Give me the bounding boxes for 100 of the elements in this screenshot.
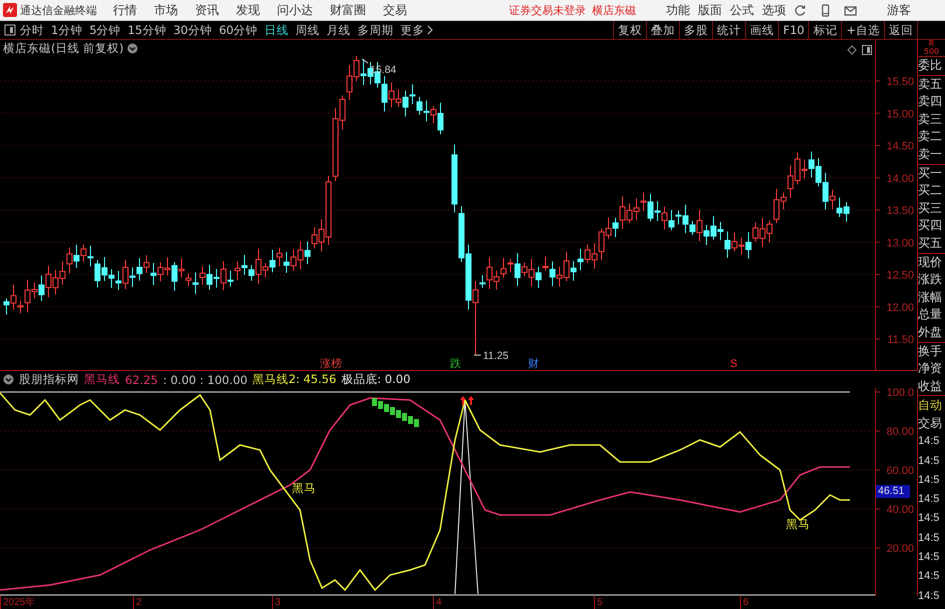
indicator-readout: 极品底: 0.00 bbox=[341, 372, 410, 387]
menu-item[interactable]: 发现 bbox=[236, 2, 260, 18]
period-tab[interactable]: 分时 bbox=[20, 22, 44, 38]
indicator-readout: 黑马线2: 45.56 bbox=[252, 372, 336, 387]
indicator-axis-label: 60.00 bbox=[886, 465, 914, 477]
quote-label: 涨幅 bbox=[918, 288, 943, 306]
period-tab[interactable]: 30分钟 bbox=[173, 22, 212, 38]
indicator-readout: 黑马线 bbox=[84, 372, 120, 387]
price-axis-label: 14.50 bbox=[886, 140, 914, 152]
trade-time: 14:5 bbox=[918, 454, 940, 469]
stock-name: 横店东磁 bbox=[592, 2, 636, 18]
more-button[interactable]: 更多 bbox=[400, 22, 433, 38]
trade-time: 14:5 bbox=[918, 511, 940, 526]
date-axis-label: 5 bbox=[594, 596, 603, 609]
tool-button[interactable]: 复权 bbox=[613, 20, 646, 40]
signal-label: 黑马 bbox=[786, 519, 810, 531]
chart-title: 横店东磁(日线 前复权) bbox=[3, 41, 124, 56]
quote-label: 换手 bbox=[918, 342, 945, 360]
tool-button[interactable]: F10 bbox=[778, 20, 808, 40]
menu-item[interactable]: 问小达 bbox=[277, 2, 313, 18]
period-tab[interactable]: 月线 bbox=[326, 22, 351, 38]
app-title: 通达信金融终端 bbox=[20, 2, 97, 18]
quote-label: 净资 bbox=[918, 360, 943, 378]
event-marker[interactable]: S bbox=[730, 358, 738, 370]
login-status[interactable]: 证券交易未登录 bbox=[509, 2, 586, 18]
indicator-axis-label: 40.00 bbox=[886, 504, 914, 516]
period-tab[interactable]: 60分钟 bbox=[218, 22, 258, 38]
tool-button[interactable]: 标记 bbox=[808, 20, 842, 40]
quote-label: 卖三 bbox=[918, 110, 943, 128]
indicator-axis-label: 20.00 bbox=[886, 543, 914, 555]
tool-button[interactable]: +自选 bbox=[841, 20, 884, 40]
tool-button[interactable]: 叠加 bbox=[646, 20, 680, 40]
menu-item[interactable]: 市场 bbox=[154, 2, 178, 18]
user-label[interactable]: 游客 bbox=[887, 2, 911, 18]
period-tab[interactable]: 多周期 bbox=[358, 22, 394, 38]
menu-item[interactable]: 交易 bbox=[383, 2, 407, 18]
indicator-axis-label: 80.00 bbox=[886, 426, 914, 438]
price-axis-label: 12.50 bbox=[886, 270, 914, 282]
quote-label: 卖五 bbox=[918, 74, 945, 94]
signal-label: 黑马 bbox=[292, 483, 316, 495]
tool-button[interactable]: 画线 bbox=[745, 20, 778, 40]
price-axis-label: 13.00 bbox=[886, 237, 914, 250]
price-axis-label: 13.50 bbox=[886, 205, 914, 217]
indicator-readout: : 0.00 : 100.00 bbox=[162, 372, 248, 386]
quote-label: 卖一 bbox=[918, 146, 943, 163]
period-tab[interactable]: 5分钟 bbox=[89, 22, 121, 38]
trade-time: 14:5 bbox=[918, 588, 940, 604]
menu-item[interactable]: 资讯 bbox=[195, 2, 219, 18]
quote-label: 买五 bbox=[918, 234, 943, 252]
trade-time: 14:5 bbox=[918, 434, 940, 450]
trade-label[interactable]: 交易 bbox=[918, 414, 945, 432]
trade-time: 14:5 bbox=[918, 472, 940, 488]
menu-item[interactable]: 选项 bbox=[762, 2, 786, 18]
period-tab[interactable]: 周线 bbox=[296, 22, 320, 38]
date-axis-label: 4 bbox=[433, 596, 442, 609]
quote-label: 买一 bbox=[918, 164, 945, 182]
indicator-axis-label: 100.0 bbox=[886, 388, 914, 399]
quote-label: 涨跌 bbox=[918, 271, 943, 288]
date-axis-label: 2 bbox=[133, 596, 142, 609]
price-axis-label: 15.50 bbox=[886, 76, 914, 88]
date-axis-label: 2025年 bbox=[0, 596, 36, 609]
menu-item[interactable]: 财富圈 bbox=[330, 2, 366, 18]
price-axis-label: 14.00 bbox=[886, 172, 914, 185]
price-axis-label: 15.00 bbox=[886, 108, 914, 120]
tool-button[interactable]: 返回 bbox=[884, 20, 918, 40]
price-axis-label: 12.00 bbox=[886, 302, 914, 314]
event-marker[interactable]: 跌 bbox=[450, 358, 461, 370]
tool-button[interactable]: 统计 bbox=[712, 20, 746, 40]
menu-item[interactable]: 功能 bbox=[666, 2, 690, 18]
auto-trade-label[interactable]: 自动 bbox=[918, 395, 945, 414]
current-value: 46.51 bbox=[876, 485, 910, 498]
quote-label: 委比 bbox=[918, 56, 945, 75]
menu-item[interactable]: 版面 bbox=[698, 2, 722, 18]
trade-time: 14:5 bbox=[918, 492, 940, 508]
menu-item[interactable]: 行情 bbox=[113, 2, 137, 18]
quote-label: 买四 bbox=[918, 217, 943, 234]
indicator-readout: 62.25 bbox=[125, 372, 158, 386]
level-badge[interactable]: R 500 bbox=[918, 40, 945, 56]
tool-button[interactable]: 多股 bbox=[679, 20, 712, 40]
quote-label: 卖二 bbox=[918, 128, 943, 146]
quote-label: 买三 bbox=[918, 200, 943, 217]
trade-time: 14:5 bbox=[918, 530, 940, 546]
price-axis-label: 11.50 bbox=[887, 334, 914, 346]
quote-label: 现价 bbox=[918, 252, 945, 272]
date-axis-label: 3 bbox=[272, 596, 281, 609]
quote-label: 外盘 bbox=[918, 324, 943, 341]
quote-label: 卖四 bbox=[918, 93, 943, 110]
trade-time: 14:5 bbox=[918, 550, 940, 566]
period-tab[interactable]: 15分钟 bbox=[128, 22, 166, 38]
trade-time: 14:5 bbox=[918, 569, 940, 584]
quote-label: 买二 bbox=[918, 182, 943, 200]
event-marker[interactable]: 涨榜 bbox=[320, 358, 342, 370]
date-axis-label: 6 bbox=[740, 596, 749, 609]
period-tab[interactable]: 1分钟 bbox=[51, 22, 82, 38]
menu-item[interactable]: 公式 bbox=[730, 2, 754, 18]
quote-label: 总量 bbox=[918, 306, 943, 324]
quote-label: 收益 bbox=[918, 378, 943, 395]
event-marker[interactable]: 财 bbox=[528, 358, 539, 370]
period-tab[interactable]: 日线 bbox=[264, 22, 289, 38]
indicator-name: 股朋指标网 bbox=[19, 372, 79, 387]
